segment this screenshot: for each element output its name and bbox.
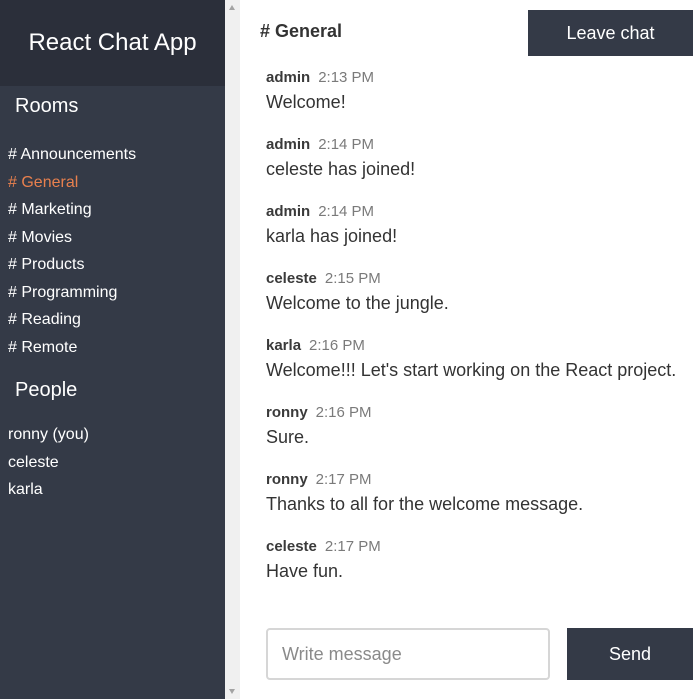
message-author: ronny — [266, 404, 308, 421]
message-text: Welcome to the jungle. — [266, 293, 449, 313]
chat-panel: # General Leave chat admin 2:13 PM Welcom… — [240, 0, 699, 699]
message-item: admin 2:14 PM celeste has joined! — [266, 133, 696, 200]
message-item: admin 2:13 PM Welcome! — [266, 66, 696, 133]
message-meta: ronny 2:16 PM — [266, 404, 696, 422]
message-text: Thanks to all for the welcome message. — [266, 494, 584, 514]
message-author: celeste — [266, 538, 317, 555]
message-time: 2:16 PM — [309, 337, 365, 354]
leave-chat-button[interactable]: Leave chat — [528, 10, 693, 56]
message-item: admin 2:14 PM karla has joined! — [266, 200, 696, 267]
message-text: Welcome! — [266, 92, 346, 112]
message-item: ronny 2:17 PM Thanks to all for the welco… — [266, 468, 696, 535]
scroll-down-arrow-icon[interactable] — [229, 689, 235, 694]
message-author: ronny — [266, 471, 308, 488]
message-author: admin — [266, 203, 311, 220]
room-item-movies[interactable]: # Movies — [0, 224, 225, 252]
message-text: celeste has joined! — [266, 159, 416, 179]
message-time: 2:17 PM — [315, 471, 372, 488]
message-item: ronny 2:16 PM Sure. — [266, 401, 696, 468]
message-author: celeste — [266, 270, 317, 287]
message-text: karla has joined! — [266, 226, 398, 246]
message-meta: celeste 2:15 PM — [266, 270, 696, 288]
person-item: ronny (you) — [8, 426, 89, 443]
room-item-marketing[interactable]: # Marketing — [0, 196, 225, 224]
message-text: Welcome!!! Let's start working on the Re… — [266, 360, 677, 380]
sidebar: React Chat App Rooms # Announcements # G… — [0, 0, 225, 699]
message-meta: admin 2:13 PM — [266, 69, 696, 87]
room-item-announcements[interactable]: # Announcements — [0, 141, 225, 169]
channel-title: # General — [260, 21, 343, 41]
scrollbar[interactable] — [225, 0, 240, 699]
message-time: 2:14 PM — [318, 203, 375, 220]
message-author: karla — [266, 337, 302, 354]
rooms-heading: Rooms — [15, 95, 79, 117]
app-title: React Chat App — [28, 29, 197, 56]
message-time: 2:13 PM — [318, 69, 375, 86]
scroll-up-arrow-icon[interactable] — [229, 5, 235, 10]
room-item-programming[interactable]: # Programming — [0, 279, 225, 307]
person-item: celeste — [8, 453, 59, 471]
message-meta: ronny 2:17 PM — [266, 471, 696, 489]
message-meta: admin 2:14 PM — [266, 136, 696, 154]
room-item-remote[interactable]: # Remote — [0, 334, 225, 362]
message-meta: admin 2:14 PM — [266, 203, 696, 221]
message-item: celeste 2:17 PM Have fun. — [266, 535, 696, 602]
room-item-reading[interactable]: # Reading — [0, 306, 225, 334]
people-heading: People — [15, 379, 78, 401]
room-list: # Announcements # General # Marketing # … — [0, 141, 225, 361]
message-author: admin — [266, 69, 311, 86]
room-item-general[interactable]: # General — [0, 169, 225, 197]
room-item-products[interactable]: # Products — [0, 251, 225, 279]
person-item: karla — [8, 481, 43, 498]
message-meta: karla 2:16 PM — [266, 337, 696, 355]
message-meta: celeste 2:17 PM — [266, 538, 696, 556]
message-time: 2:16 PM — [315, 404, 372, 421]
message-time: 2:17 PM — [324, 538, 381, 555]
message-time: 2:15 PM — [324, 270, 381, 287]
message-author: admin — [266, 136, 311, 153]
message-text: Have fun. — [266, 561, 344, 581]
people-list: ronny (you) celeste karla — [0, 421, 225, 504]
message-item: celeste 2:15 PM Welcome to the jungle. — [266, 267, 696, 334]
message-list: admin 2:13 PM Welcome! admin 2:14 PM celes… — [266, 66, 696, 602]
app-header: React Chat App — [0, 0, 225, 86]
message-text: Sure. — [266, 427, 310, 447]
message-input[interactable] — [266, 628, 550, 680]
message-time: 2:14 PM — [318, 136, 375, 153]
message-item: karla 2:16 PM Welcome!!! Let's start work… — [266, 334, 696, 401]
send-button[interactable]: Send — [567, 628, 693, 680]
